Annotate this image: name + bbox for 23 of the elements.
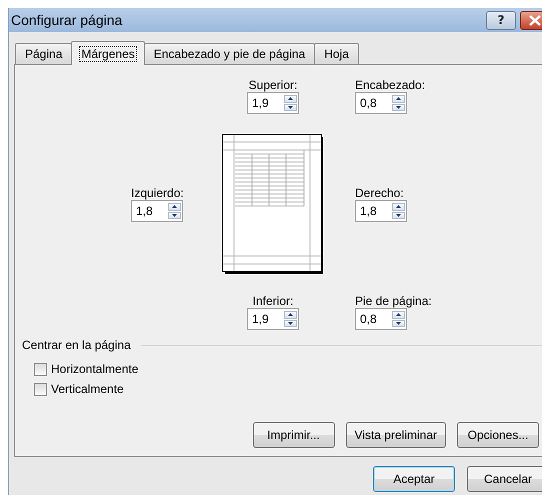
tab[interactable]: Márgenes bbox=[71, 41, 145, 65]
checkbox-label: Verticalmente bbox=[51, 382, 124, 396]
tab[interactable]: Página bbox=[15, 43, 72, 64]
tab[interactable]: Encabezado y pie de página bbox=[144, 43, 316, 64]
checkbox[interactable] bbox=[34, 362, 47, 376]
field-label: Superior: bbox=[248, 78, 298, 92]
field-label: Inferior: bbox=[252, 294, 294, 308]
checkbox-label: Horizontalmente bbox=[51, 362, 138, 376]
panel-button[interactable]: Vista preliminar bbox=[346, 422, 446, 448]
help-button[interactable]: ? bbox=[486, 10, 516, 30]
checkbox[interactable] bbox=[34, 382, 47, 396]
field-label: Encabezado: bbox=[355, 78, 426, 92]
window-title: Configurar página bbox=[11, 12, 124, 28]
dialog-button[interactable]: Cancelar bbox=[467, 466, 542, 492]
field-label: Pie de página: bbox=[355, 294, 432, 308]
panel-button[interactable]: Imprimir... bbox=[252, 422, 335, 448]
field-label: Izquierdo: bbox=[131, 186, 184, 200]
panel-button[interactable]: Opciones... bbox=[457, 422, 539, 448]
field-label: Derecho: bbox=[355, 186, 404, 200]
close-icon bbox=[529, 14, 541, 26]
dialog-button[interactable]: Aceptar bbox=[373, 466, 455, 492]
section-title: Centrar en la página bbox=[22, 338, 131, 352]
tab[interactable]: Hoja bbox=[314, 43, 359, 64]
